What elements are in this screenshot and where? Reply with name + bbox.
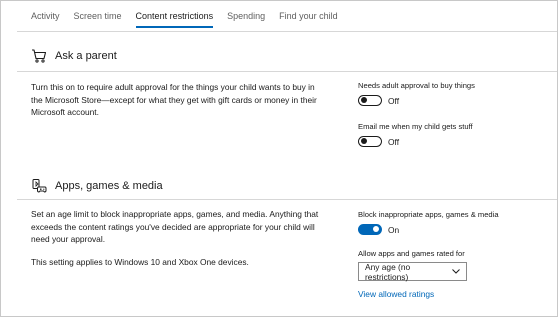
- apps-media-description: Set an age limit to block inappropriate …: [31, 208, 326, 278]
- view-allowed-ratings-link[interactable]: View allowed ratings: [358, 289, 434, 299]
- ask-parent-divider: [17, 71, 557, 72]
- chevron-down-icon: [452, 269, 460, 274]
- toggle-knob: [373, 226, 379, 232]
- email-me-toggle[interactable]: [358, 136, 382, 147]
- cart-icon: [31, 48, 47, 64]
- block-inappropriate-label: Block inappropriate apps, games & media: [358, 210, 499, 219]
- toggle-knob: [361, 97, 367, 103]
- tab-screen-time[interactable]: Screen time: [74, 11, 122, 28]
- tab-find-your-child[interactable]: Find your child: [279, 11, 338, 28]
- apps-games-icon: [31, 178, 47, 194]
- apps-media-divider: [17, 199, 557, 200]
- age-rating-label: Allow apps and games rated for: [358, 249, 465, 258]
- tab-activity[interactable]: Activity: [31, 11, 60, 28]
- email-me-label: Email me when my child gets stuff: [358, 122, 473, 131]
- apps-media-note: This setting applies to Windows 10 and X…: [31, 256, 249, 267]
- content-restrictions-page: Activity Screen time Content restriction…: [0, 0, 558, 317]
- adult-approval-label: Needs adult approval to buy things: [358, 81, 475, 90]
- ask-parent-description-text: Turn this on to require adult approval f…: [31, 82, 317, 117]
- adult-approval-setting: Needs adult approval to buy things Off: [358, 81, 475, 106]
- block-inappropriate-state: On: [388, 224, 400, 235]
- adult-approval-state: Off: [388, 95, 400, 106]
- toggle-knob: [361, 138, 367, 144]
- ask-parent-header: Ask a parent: [31, 48, 117, 64]
- age-rating-setting: Allow apps and games rated for Any age (…: [358, 249, 467, 299]
- tab-bar: Activity Screen time Content restriction…: [31, 11, 338, 28]
- tab-content-restrictions[interactable]: Content restrictions: [135, 11, 214, 28]
- apps-media-title: Apps, games & media: [55, 180, 163, 192]
- email-me-setting: Email me when my child gets stuff Off: [358, 122, 473, 147]
- block-inappropriate-toggle[interactable]: [358, 224, 382, 235]
- apps-media-header: Apps, games & media: [31, 178, 163, 194]
- tabs-divider: [17, 31, 557, 32]
- email-me-state: Off: [388, 136, 400, 147]
- apps-media-description-text: Set an age limit to block inappropriate …: [31, 209, 319, 244]
- ask-parent-title: Ask a parent: [55, 50, 117, 62]
- tab-spending[interactable]: Spending: [227, 11, 265, 28]
- age-rating-dropdown[interactable]: Any age (no restrictions): [358, 261, 467, 282]
- age-rating-selected: Any age (no restrictions): [365, 261, 411, 282]
- ask-parent-description: Turn this on to require adult approval f…: [31, 81, 326, 129]
- adult-approval-toggle[interactable]: [358, 95, 382, 106]
- block-inappropriate-setting: Block inappropriate apps, games & media …: [358, 210, 499, 235]
